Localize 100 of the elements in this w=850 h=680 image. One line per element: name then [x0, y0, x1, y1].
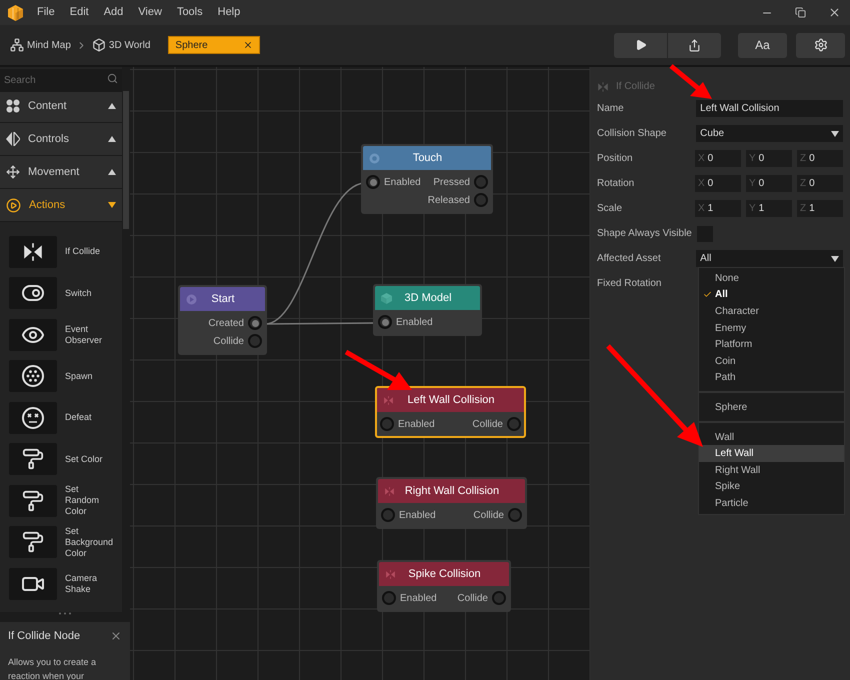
field-value: 0: [758, 152, 764, 166]
number-field[interactable]: Z 1: [797, 200, 843, 217]
menu-item[interactable]: File: [37, 4, 55, 21]
dropdown-option[interactable]: Right Wall: [699, 462, 844, 479]
scrollbar-thumb[interactable]: [123, 91, 129, 229]
property-label: Affected Asset: [597, 252, 662, 266]
port-socket[interactable]: [378, 315, 392, 329]
dropdown-option[interactable]: Character: [699, 303, 844, 320]
action-item[interactable]: Spawn: [0, 356, 122, 397]
dropdown-option[interactable]: Coin: [699, 352, 844, 370]
field-value: 0: [809, 177, 815, 191]
number-field[interactable]: Y 0: [746, 175, 792, 192]
target-icon: [369, 152, 380, 164]
search-field[interactable]: Search: [0, 69, 122, 92]
close-icon[interactable]: [110, 630, 122, 642]
graph-node[interactable]: Touch Enabled Pressed Released: [361, 144, 493, 214]
category-header[interactable]: Movement: [0, 156, 122, 189]
dropdown-option[interactable]: Left Wall: [699, 445, 844, 462]
share-button[interactable]: [668, 32, 721, 58]
menu-item[interactable]: Add: [104, 4, 124, 21]
property-label: Fixed Rotation: [597, 277, 662, 291]
dropdown-select[interactable]: Cube: [696, 125, 843, 142]
paint-roller-icon: [22, 531, 44, 554]
number-field[interactable]: Z 0: [797, 175, 843, 192]
breadcrumb-link[interactable]: 3D World: [92, 38, 150, 52]
dropdown-option[interactable]: Enemy: [699, 320, 844, 336]
settings-icon: [814, 38, 828, 52]
action-item[interactable]: If Collide: [0, 231, 122, 272]
category-header[interactable]: Actions: [0, 189, 122, 222]
port-label: Enabled: [398, 418, 435, 432]
dropdown-option[interactable]: Particle: [699, 495, 844, 512]
field-value: 0: [758, 177, 764, 191]
axis-label: Y: [749, 202, 756, 216]
menu-item[interactable]: Help: [218, 4, 240, 21]
play-icon: [634, 39, 646, 51]
inspector-title: If Collide: [616, 80, 655, 94]
dropdown-option[interactable]: Platform: [699, 336, 844, 353]
name-field[interactable]: Left Wall Collision: [696, 100, 843, 117]
category-header[interactable]: Content: [0, 90, 122, 123]
resize-grip-icon[interactable]: [58, 612, 72, 615]
hierarchy-icon: [10, 38, 24, 52]
graph-node[interactable]: 3D Model Enabled: [373, 284, 482, 336]
dropdown-option[interactable]: Sphere: [699, 399, 844, 416]
play-circle-icon: [6, 198, 21, 212]
close-icon[interactable]: [828, 6, 841, 19]
collapse-triangle-icon: [108, 169, 116, 175]
font-button[interactable]: Aa: [738, 32, 787, 58]
grid-dots-icon: [6, 99, 20, 113]
collide-icon: [22, 240, 44, 263]
settings-button[interactable]: [796, 32, 845, 58]
menu-item[interactable]: Tools: [176, 4, 203, 21]
number-field[interactable]: Y 0: [746, 150, 792, 167]
menu-item[interactable]: Edit: [70, 4, 89, 21]
port-socket[interactable]: [366, 175, 380, 189]
axis-label: Z: [800, 202, 806, 216]
cube-icon: [92, 38, 106, 52]
number-field[interactable]: Z 0: [797, 150, 843, 167]
number-field[interactable]: X 0: [695, 175, 741, 192]
action-item[interactable]: Switch: [0, 272, 122, 314]
action-item[interactable]: Event Observer: [0, 314, 122, 356]
property-label: Rotation: [597, 177, 636, 191]
document-tab[interactable]: Sphere: [168, 36, 260, 54]
dropdown-option[interactable]: Path: [699, 370, 844, 386]
breadcrumb-link[interactable]: Mind Map: [10, 38, 71, 52]
action-item[interactable]: Camera Shake: [0, 563, 122, 604]
annotation-arrow: [669, 64, 712, 99]
number-field[interactable]: X 0: [695, 150, 741, 167]
action-item[interactable]: Set Color: [0, 438, 122, 480]
collide-icon: [384, 486, 395, 496]
node-title: Touch: [412, 150, 444, 166]
number-field[interactable]: Y 1: [746, 200, 792, 217]
action-item[interactable]: Set Random Color: [0, 480, 122, 522]
dropdown-option[interactable]: None: [699, 270, 844, 287]
category-header[interactable]: Controls: [0, 123, 122, 156]
spawn-icon: [21, 364, 45, 388]
port-label: Created: [208, 316, 244, 330]
port-label: Collide: [473, 508, 504, 522]
axis-label: X: [698, 152, 705, 166]
graph-node[interactable]: Start Created Collide: [178, 285, 267, 355]
dropdown-select[interactable]: All: [696, 250, 843, 267]
axis-label: Z: [800, 177, 806, 191]
close-icon[interactable]: [243, 40, 254, 50]
restore-icon[interactable]: [795, 7, 806, 18]
collide-icon: [597, 80, 609, 92]
node-title: Right Wall Collision: [404, 484, 500, 499]
port-label: Enabled: [400, 592, 437, 606]
play-button[interactable]: [614, 32, 667, 58]
info-title: If Collide Node: [8, 629, 80, 644]
action-item[interactable]: Set Background Color: [0, 522, 122, 563]
number-field[interactable]: X 1: [695, 200, 741, 217]
dropdown-option[interactable]: Wall: [699, 428, 844, 446]
axis-label: X: [698, 177, 705, 191]
search-icon: [107, 73, 118, 84]
port-socket[interactable]: [248, 316, 262, 330]
action-item[interactable]: Defeat: [0, 397, 122, 438]
diamond-split-icon: [6, 132, 20, 146]
field-value: 0: [708, 177, 714, 191]
dropdown-option[interactable]: Spike: [699, 478, 844, 496]
menu-item[interactable]: View: [138, 4, 162, 21]
dropdown-option[interactable]: All: [699, 286, 844, 304]
